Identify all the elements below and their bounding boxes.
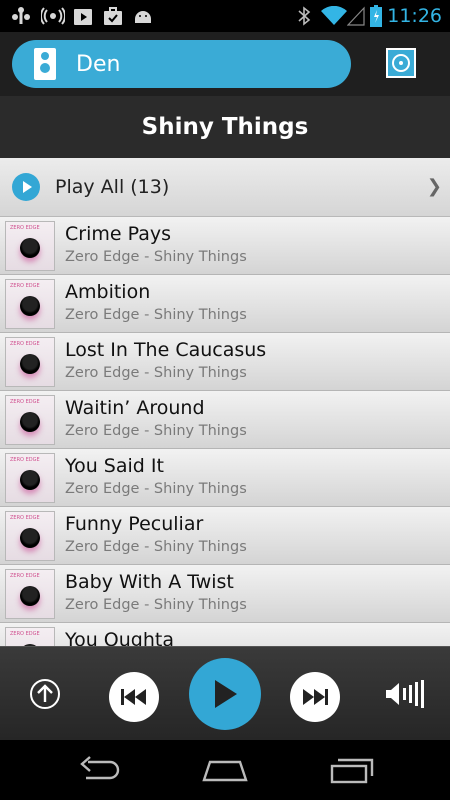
track-row[interactable]: ZERO EDGE You Oughta [0,623,450,646]
page-title: Shiny Things [141,114,309,140]
status-bar: 11:26 [0,0,450,32]
track-list[interactable]: ZERO EDGE Crime Pays Zero Edge - Shiny T… [0,217,450,646]
album-art: ZERO EDGE [5,221,55,271]
track-title: Ambition [65,281,151,303]
usb-icon [10,0,32,32]
album-art: ZERO EDGE [5,569,55,619]
wifi-icon [320,0,348,32]
play-store-icon [72,0,94,32]
track-row[interactable]: ZERO EDGE Waitin’ Around Zero Edge - Shi… [0,391,450,449]
track-row[interactable]: ZERO EDGE You Said It Zero Edge - Shiny … [0,449,450,507]
album-art: ZERO EDGE [5,511,55,561]
track-subtitle: Zero Edge - Shiny Things [65,249,247,265]
track-title: You Said It [65,455,164,477]
track-subtitle: Zero Edge - Shiny Things [65,307,247,323]
home-button[interactable] [202,756,248,784]
recents-button[interactable] [328,756,374,784]
volume-button[interactable] [385,680,425,708]
album-art-label: ZERO EDGE [10,573,40,579]
room-selector-button[interactable]: Den [12,40,351,88]
now-playing-icon [392,54,410,72]
album-art-label: ZERO EDGE [10,341,40,347]
track-subtitle: Zero Edge - Shiny Things [65,423,247,439]
album-art-label: ZERO EDGE [10,515,40,521]
album-art: ZERO EDGE [5,395,55,445]
back-icon [80,756,120,780]
clock: 11:26 [387,5,442,27]
album-art: ZERO EDGE [5,453,55,503]
album-art-label: ZERO EDGE [10,283,40,289]
track-subtitle: Zero Edge - Shiny Things [65,597,247,613]
transport-bar [0,646,450,740]
briefcase-icon [102,0,124,32]
app-header: Den [0,32,450,96]
volume-icon [386,680,424,708]
play-all-label: Play All (13) [55,176,170,198]
next-button[interactable] [290,672,340,722]
previous-icon [121,689,146,705]
queue-button[interactable] [30,679,60,709]
back-button[interactable] [78,756,124,784]
track-title: Funny Peculiar [65,513,204,535]
album-art-label: ZERO EDGE [10,457,40,463]
album-art-label: ZERO EDGE [10,399,40,405]
track-subtitle: Zero Edge - Shiny Things [65,539,247,555]
home-icon [202,760,248,782]
play-all-row[interactable]: Play All (13) ❯ [0,158,450,217]
track-title: Baby With A Twist [65,571,234,593]
track-subtitle: Zero Edge - Shiny Things [65,365,247,381]
recents-icon [330,758,374,784]
album-art-label: ZERO EDGE [10,225,40,231]
now-playing-button[interactable] [386,48,416,78]
next-icon [303,689,328,705]
album-art: ZERO EDGE [5,627,55,646]
play-icon [215,680,237,708]
track-title: Waitin’ Around [65,397,205,419]
play-circle-icon [12,173,40,201]
album-art-label: ZERO EDGE [10,631,40,637]
speaker-icon [34,48,56,80]
album-title-bar: Shiny Things [0,96,450,158]
room-name: Den [76,51,121,77]
battery-icon [369,0,383,32]
track-row[interactable]: ZERO EDGE Baby With A Twist Zero Edge - … [0,565,450,623]
track-row[interactable]: ZERO EDGE Funny Peculiar Zero Edge - Shi… [0,507,450,565]
android-icon [132,0,154,32]
track-title: You Oughta [65,629,174,646]
album-art: ZERO EDGE [5,279,55,329]
upload-icon [37,684,53,702]
track-row[interactable]: ZERO EDGE Lost In The Caucasus Zero Edge… [0,333,450,391]
signal-icon [346,0,366,32]
bluetooth-icon [296,0,312,32]
play-button[interactable] [189,658,261,730]
track-title: Lost In The Caucasus [65,339,267,361]
track-row[interactable]: ZERO EDGE Crime Pays Zero Edge - Shiny T… [0,217,450,275]
track-title: Crime Pays [65,223,171,245]
track-row[interactable]: ZERO EDGE Ambition Zero Edge - Shiny Thi… [0,275,450,333]
chevron-right-icon: ❯ [426,176,442,197]
album-art: ZERO EDGE [5,337,55,387]
track-subtitle: Zero Edge - Shiny Things [65,481,247,497]
system-nav-bar [0,740,450,800]
radio-icon [40,0,66,32]
previous-button[interactable] [109,672,159,722]
